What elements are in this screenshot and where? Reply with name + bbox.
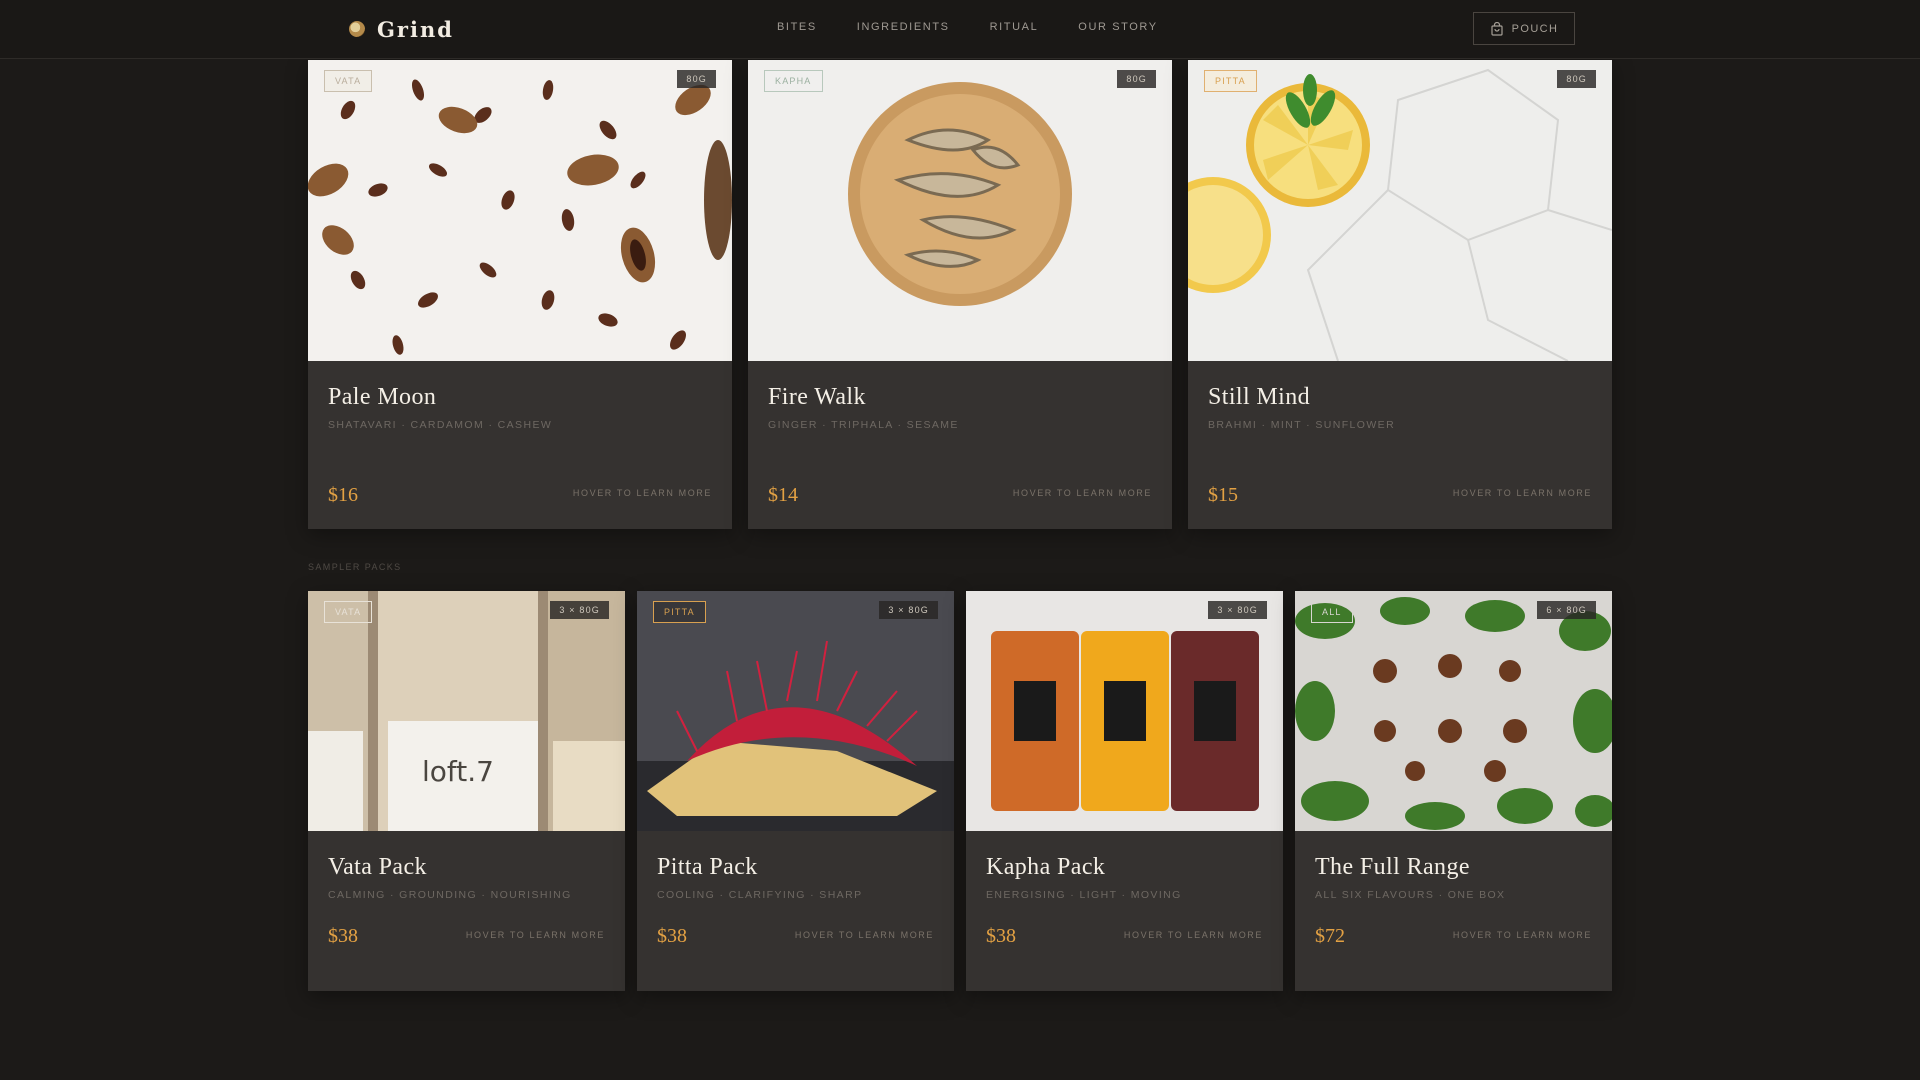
dosha-tag: VATA	[324, 70, 373, 92]
hover-hint: HOVER TO LEARN MORE	[572, 488, 712, 498]
pack-description: ALL SIX FLAVOURS · ONE BOX	[1315, 889, 1506, 901]
pouch-label: POUCH	[1511, 22, 1559, 35]
dosha-tag: PITTA	[653, 601, 706, 623]
dosha-tag: VATA	[324, 601, 373, 623]
weight-badge: 3 × 80G	[1208, 601, 1267, 619]
product-card-pale-moon[interactable]: VATA 80G Pale Moon SHATAVARI · CARDAMOM …	[308, 60, 732, 529]
product-ingredients: SHATAVARI · CARDAMOM · CASHEW	[328, 419, 553, 431]
pack-price: $72	[1315, 925, 1345, 947]
product-image-ginger-bowl	[748, 60, 1172, 361]
pack-image-paper-bags: loft.7	[308, 591, 625, 831]
pack-image-saffron	[637, 591, 954, 831]
brand-name: Grind	[377, 16, 454, 42]
svg-text:loft.7: loft.7	[422, 755, 494, 788]
product-price: $15	[1208, 484, 1238, 506]
product-card-still-mind[interactable]: PITTA 80G Still Mind BRAHMI · MINT · SUN…	[1188, 60, 1612, 529]
product-image-lemon-mint	[1188, 60, 1612, 361]
section-label-sampler-packs: SAMPLER PACKS	[308, 562, 402, 572]
product-price: $14	[768, 484, 798, 506]
weight-badge: 80G	[1117, 70, 1156, 88]
weight-badge: 3 × 80G	[879, 601, 938, 619]
product-card-fire-walk[interactable]: KAPHA 80G Fire Walk GINGER · TRIPHALA · …	[748, 60, 1172, 529]
pack-title: Pitta Pack	[657, 854, 758, 880]
pack-card-vata[interactable]: loft.7 VATA 3 × 80G Vata Pack CALMING · …	[308, 591, 625, 991]
nav-bites[interactable]: BITES	[777, 21, 817, 33]
weight-badge: 80G	[1557, 70, 1596, 88]
site-header: Grind BITES INGREDIENTS RITUAL OUR STORY…	[0, 0, 1920, 59]
product-image-cloves	[308, 60, 732, 361]
pack-image-herbs-spices	[1295, 591, 1612, 831]
pack-description: COOLING · CLARIFYING · SHARP	[657, 889, 863, 901]
hover-hint: HOVER TO LEARN MORE	[1123, 930, 1263, 940]
pack-description: ENERGISING · LIGHT · MOVING	[986, 889, 1182, 901]
hover-hint: HOVER TO LEARN MORE	[794, 930, 934, 940]
nav-ingredients[interactable]: INGREDIENTS	[857, 21, 950, 33]
pack-image-spice-pouches	[966, 591, 1283, 831]
pack-card-pitta[interactable]: PITTA 3 × 80G Pitta Pack COOLING · CLARI…	[637, 591, 954, 991]
product-title: Still Mind	[1208, 384, 1311, 410]
pouch-button[interactable]: POUCH	[1473, 12, 1575, 45]
hover-hint: HOVER TO LEARN MORE	[1452, 930, 1592, 940]
product-ingredients: GINGER · TRIPHALA · SESAME	[768, 419, 959, 431]
nav-ritual[interactable]: RITUAL	[990, 21, 1039, 33]
main-nav: BITES INGREDIENTS RITUAL OUR STORY	[777, 21, 1158, 33]
hover-hint: HOVER TO LEARN MORE	[465, 930, 605, 940]
dosha-tag: ALL	[1311, 601, 1353, 623]
product-title: Pale Moon	[328, 384, 437, 410]
pack-card-full-range[interactable]: ALL 6 × 80G The Full Range ALL SIX FLAVO…	[1295, 591, 1612, 991]
pack-price: $38	[657, 925, 687, 947]
pack-card-kapha[interactable]: KAPHA 3 × 80G Kapha Pack ENERGISING · LI…	[966, 591, 1283, 991]
dosha-tag: PITTA	[1204, 70, 1257, 92]
product-title: Fire Walk	[768, 384, 866, 410]
weight-badge: 6 × 80G	[1537, 601, 1596, 619]
hover-hint: HOVER TO LEARN MORE	[1012, 488, 1152, 498]
pack-title: Vata Pack	[328, 854, 427, 880]
dosha-tag: KAPHA	[764, 70, 823, 92]
product-ingredients: BRAHMI · MINT · SUNFLOWER	[1208, 419, 1396, 431]
pack-title: The Full Range	[1315, 854, 1470, 880]
pack-price: $38	[328, 925, 358, 947]
brand-logo[interactable]: Grind	[349, 16, 454, 42]
pack-title: Kapha Pack	[986, 854, 1106, 880]
pack-description: CALMING · GROUNDING · NOURISHING	[328, 889, 572, 901]
hover-hint: HOVER TO LEARN MORE	[1452, 488, 1592, 498]
product-price: $16	[328, 484, 358, 506]
bag-icon	[1491, 21, 1503, 36]
weight-badge: 80G	[677, 70, 716, 88]
nav-our-story[interactable]: OUR STORY	[1078, 21, 1157, 33]
dosha-tag: KAPHA	[993, 607, 1030, 617]
logo-icon	[349, 21, 365, 37]
pack-price: $38	[986, 925, 1016, 947]
weight-badge: 3 × 80G	[550, 601, 609, 619]
